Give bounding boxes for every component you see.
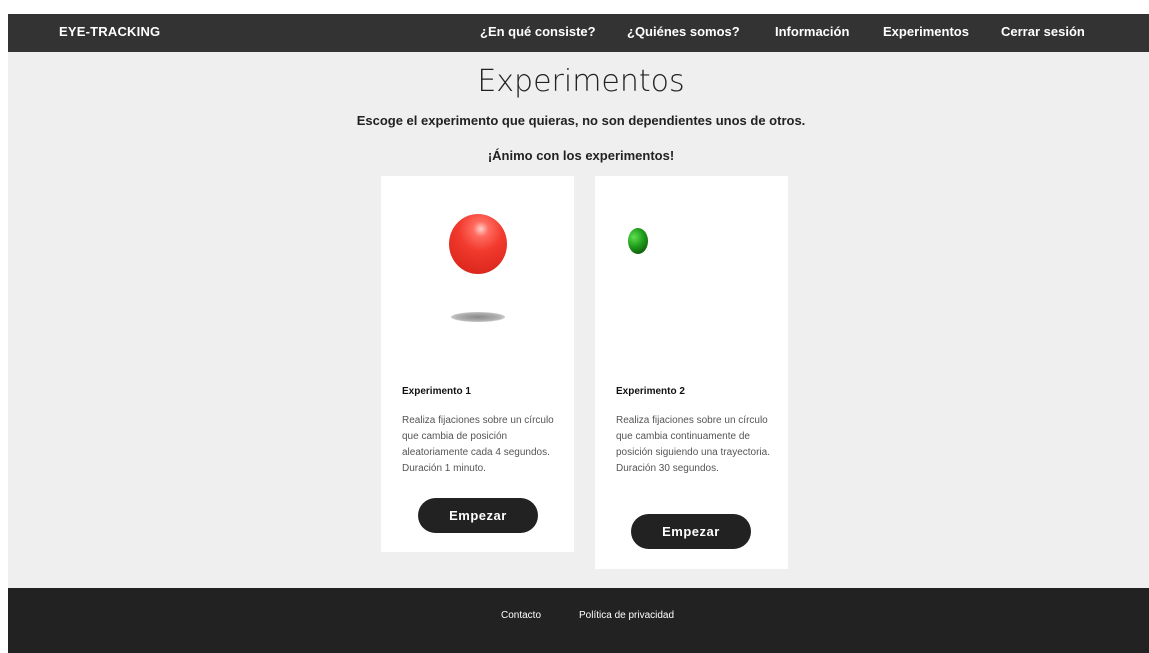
experiment-card-1: Experimento 1 Realiza fijaciones sobre u…	[381, 176, 574, 552]
intro-text: Escoge el experimento que quieras, no so…	[356, 113, 806, 128]
brand-link[interactable]: EYE-TRACKING	[59, 24, 160, 39]
red-sphere-image	[449, 214, 507, 274]
card-title: Experimento 1	[402, 386, 471, 397]
footer: Contacto Política de privacidad	[8, 588, 1149, 653]
card-description: Realiza fijaciones sobre un círculo que …	[616, 415, 770, 474]
page-title: Experimentos	[477, 64, 685, 99]
card-title: Experimento 2	[616, 386, 685, 397]
nav-item-experimentos[interactable]: Experimentos	[883, 24, 969, 39]
nav-item-cerrar-sesion[interactable]: Cerrar sesión	[1001, 24, 1085, 39]
cheer-text: ¡Ánimo con los experimentos!	[487, 148, 675, 163]
start-experiment-2-button[interactable]: Empezar	[631, 514, 751, 549]
footer-link-privacidad[interactable]: Política de privacidad	[579, 610, 674, 621]
sphere-shadow	[451, 312, 505, 322]
navbar: EYE-TRACKING ¿En qué consiste? ¿Quiénes …	[8, 14, 1149, 52]
nav-item-en-que-consiste[interactable]: ¿En qué consiste?	[480, 24, 596, 39]
experiment-card-2: Experimento 2 Realiza fijaciones sobre u…	[595, 176, 788, 569]
green-dot-image	[628, 228, 648, 254]
nav-item-quienes-somos[interactable]: ¿Quiénes somos?	[627, 24, 740, 39]
card-description: Realiza fijaciones sobre un círculo que …	[402, 415, 554, 474]
page: EYE-TRACKING ¿En qué consiste? ¿Quiénes …	[8, 14, 1149, 653]
start-experiment-1-button[interactable]: Empezar	[418, 498, 538, 533]
footer-link-contacto[interactable]: Contacto	[501, 610, 541, 621]
nav-item-informacion[interactable]: Información	[775, 24, 849, 39]
